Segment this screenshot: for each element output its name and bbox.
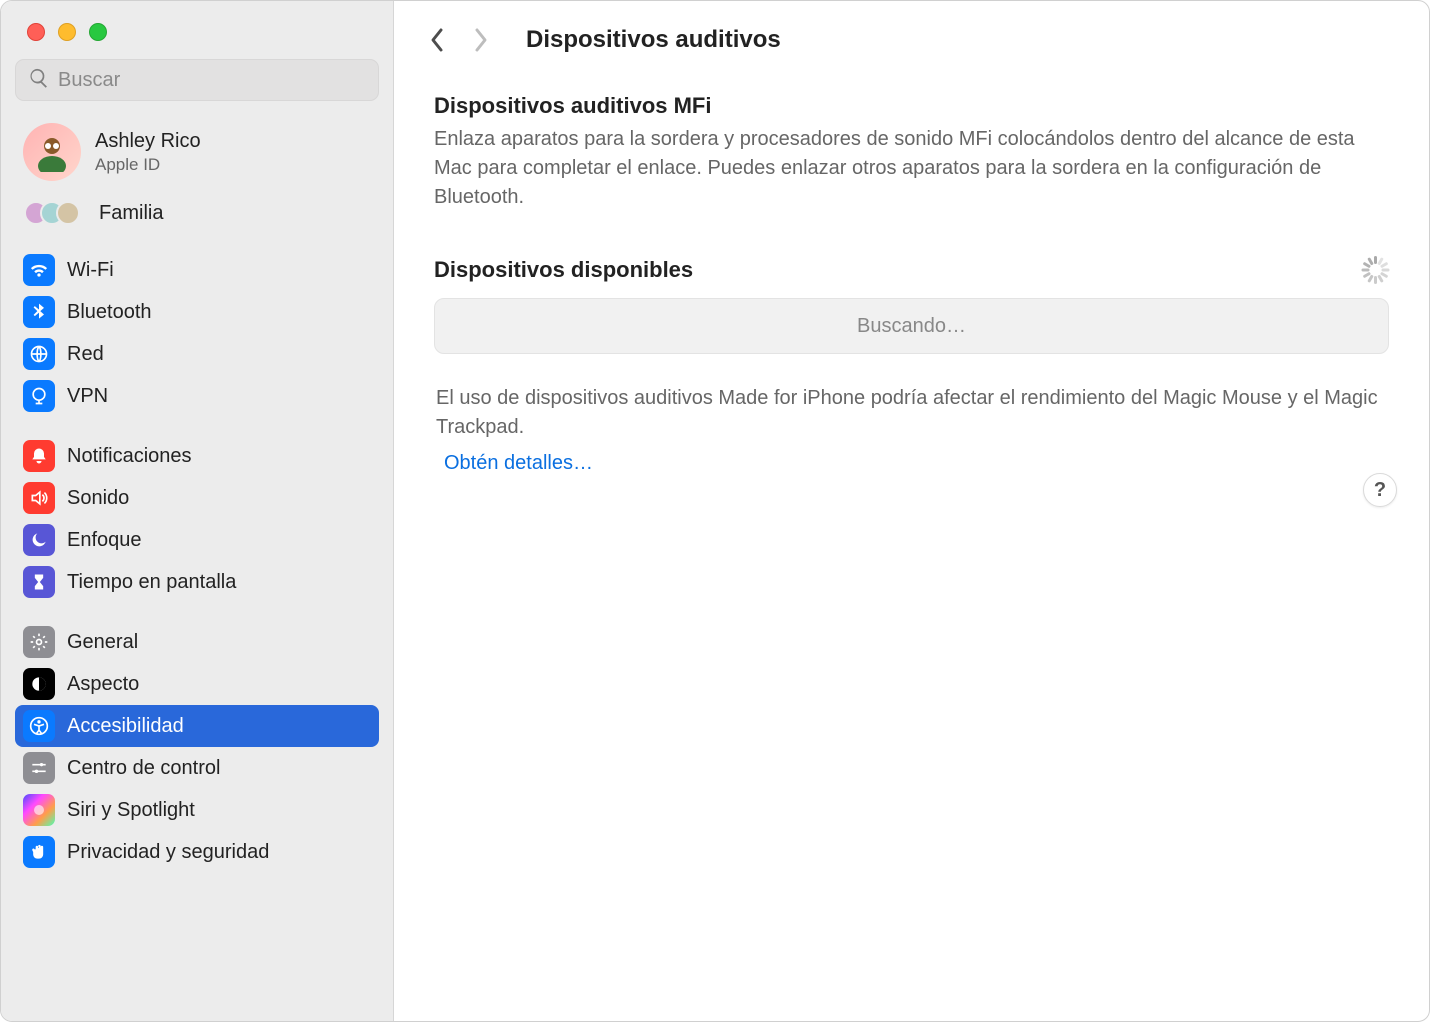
available-row: Dispositivos disponibles (434, 256, 1389, 284)
search-wrap (1, 59, 393, 113)
sidebar-item-controlcenter[interactable]: Centro de control (15, 747, 379, 789)
sidebar-item-label: Bluetooth (67, 301, 152, 324)
search-icon (28, 67, 50, 94)
page-title: Dispositivos auditivos (526, 26, 781, 54)
searching-text: Buscando… (857, 315, 966, 338)
bell-icon (23, 440, 55, 472)
footnote-text: El uso de dispositivos auditivos Made fo… (434, 384, 1389, 442)
avatar (23, 123, 81, 181)
help-button[interactable]: ? (1363, 473, 1397, 507)
back-button[interactable] (418, 21, 456, 59)
close-button[interactable] (27, 23, 45, 41)
siri-icon (23, 794, 55, 826)
sidebar-item-label: Privacidad y seguridad (67, 841, 269, 864)
sidebar-item-label: Aspecto (67, 673, 139, 696)
available-heading: Dispositivos disponibles (434, 257, 693, 283)
maximize-button[interactable] (89, 23, 107, 41)
sidebar-item-label: Siri y Spotlight (67, 799, 195, 822)
sidebar-scroll: Ashley Rico Apple ID Familia Wi-Fi (1, 113, 393, 1021)
section-heading-mfi: Dispositivos auditivos MFi (434, 93, 1389, 119)
vpn-icon (23, 380, 55, 412)
network-icon (23, 338, 55, 370)
sidebar-item-bluetooth[interactable]: Bluetooth (15, 291, 379, 333)
sidebar-item-label: Wi-Fi (67, 259, 114, 282)
sliders-icon (23, 752, 55, 784)
sidebar-group-system: General Aspecto Accesibilidad Centro de … (15, 621, 379, 873)
sidebar-item-focus[interactable]: Enfoque (15, 519, 379, 561)
wifi-icon (23, 254, 55, 286)
family-label: Familia (99, 202, 163, 225)
sidebar-item-label: Notificaciones (67, 445, 192, 468)
sidebar-item-accessibility[interactable]: Accesibilidad (15, 705, 379, 747)
help-label: ? (1374, 479, 1386, 502)
searching-box: Buscando… (434, 298, 1389, 354)
account-name: Ashley Rico (95, 130, 201, 153)
sidebar-item-label: Accesibilidad (67, 715, 184, 738)
sidebar-item-privacy[interactable]: Privacidad y seguridad (15, 831, 379, 873)
appearance-icon (23, 668, 55, 700)
family-icon (23, 201, 81, 225)
window-controls (1, 1, 393, 59)
sidebar-item-label: Red (67, 343, 104, 366)
minimize-button[interactable] (58, 23, 76, 41)
main-header: Dispositivos auditivos (394, 1, 1429, 69)
sidebar-item-general[interactable]: General (15, 621, 379, 663)
sidebar-item-vpn[interactable]: VPN (15, 375, 379, 417)
sidebar-item-account[interactable]: Ashley Rico Apple ID (15, 113, 379, 195)
main-body: Dispositivos auditivos MFi Enlaza aparat… (394, 69, 1429, 1021)
accessibility-icon (23, 710, 55, 742)
settings-window: Ashley Rico Apple ID Familia Wi-Fi (0, 0, 1430, 1022)
account-subtitle: Apple ID (95, 155, 201, 175)
bluetooth-icon (23, 296, 55, 328)
sidebar-item-label: Centro de control (67, 757, 220, 780)
sidebar-item-notifications[interactable]: Notificaciones (15, 435, 379, 477)
hourglass-icon (23, 566, 55, 598)
sidebar-item-sound[interactable]: Sonido (15, 477, 379, 519)
sidebar-item-siri[interactable]: Siri y Spotlight (15, 789, 379, 831)
sidebar-item-label: Tiempo en pantalla (67, 571, 236, 594)
search-input[interactable] (58, 69, 366, 92)
sidebar-item-appearance[interactable]: Aspecto (15, 663, 379, 705)
moon-icon (23, 524, 55, 556)
section-desc-mfi: Enlaza aparatos para la sordera y proces… (434, 125, 1389, 212)
sidebar-item-label: VPN (67, 385, 108, 408)
account-texts: Ashley Rico Apple ID (95, 130, 201, 175)
sidebar-item-wifi[interactable]: Wi-Fi (15, 249, 379, 291)
sidebar-group-connectivity: Wi-Fi Bluetooth Red VPN (15, 249, 379, 417)
main-pane: Dispositivos auditivos Dispositivos audi… (394, 1, 1429, 1021)
sidebar: Ashley Rico Apple ID Familia Wi-Fi (1, 1, 394, 1021)
spinner-icon (1361, 256, 1389, 284)
search-field[interactable] (15, 59, 379, 101)
sidebar-item-label: Sonido (67, 487, 129, 510)
forward-button[interactable] (462, 21, 500, 59)
sidebar-item-label: General (67, 631, 138, 654)
hand-icon (23, 836, 55, 868)
sidebar-item-screentime[interactable]: Tiempo en pantalla (15, 561, 379, 603)
sidebar-item-family[interactable]: Familia (15, 195, 379, 243)
sidebar-group-alerts: Notificaciones Sonido Enfoque Tiempo en … (15, 435, 379, 603)
sidebar-item-network[interactable]: Red (15, 333, 379, 375)
gear-icon (23, 626, 55, 658)
details-link[interactable]: Obtén detalles… (444, 452, 593, 475)
speaker-icon (23, 482, 55, 514)
sidebar-item-label: Enfoque (67, 529, 142, 552)
